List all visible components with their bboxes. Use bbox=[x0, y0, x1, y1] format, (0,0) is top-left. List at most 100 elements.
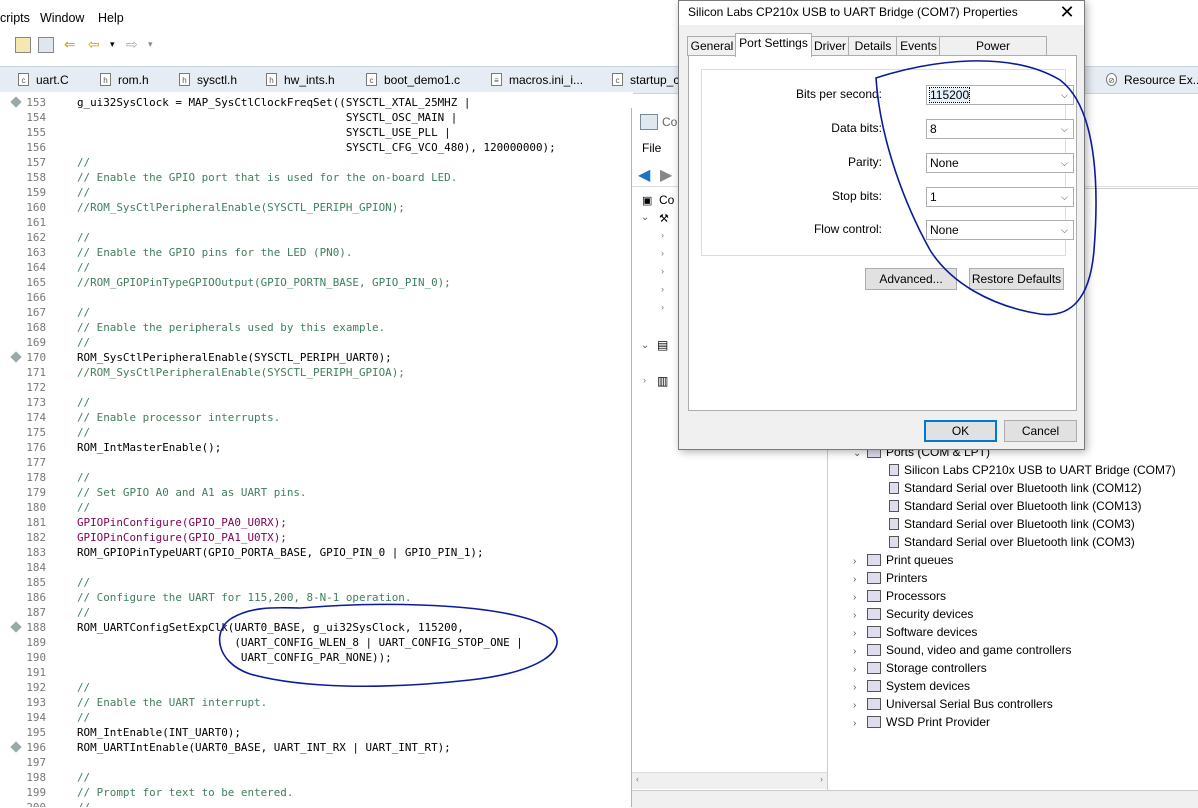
dialog-title-bar[interactable]: Silicon Labs CP210x USB to UART Bridge (… bbox=[679, 1, 1084, 25]
code-editor[interactable]: 153 g_ui32SysClock = MAP_SysCtlClockFreqS… bbox=[0, 92, 633, 807]
code-line[interactable]: 180 // bbox=[0, 500, 633, 515]
tab-events[interactable]: Events bbox=[896, 36, 941, 56]
advanced-button[interactable]: Advanced... bbox=[865, 268, 957, 290]
tree-item-category[interactable]: › Print queues bbox=[853, 551, 953, 569]
code-line[interactable]: 197 bbox=[0, 755, 633, 770]
code-line[interactable]: 153 g_ui32SysClock = MAP_SysCtlClockFreqS… bbox=[0, 95, 633, 110]
code-line[interactable]: 172 bbox=[0, 380, 633, 395]
tab-macros-ini[interactable]: ≡ macros.ini_i... bbox=[487, 70, 583, 90]
tab-uart-c[interactable]: c uart.C bbox=[14, 70, 69, 90]
code-line[interactable]: 179 // Set GPIO A0 and A1 as UART pins. bbox=[0, 485, 633, 500]
back-history-icon[interactable]: ⇐ bbox=[64, 37, 78, 51]
tab-driver[interactable]: Driver bbox=[810, 36, 850, 56]
menu-item-help[interactable]: Help bbox=[98, 11, 124, 25]
code-line[interactable]: 158 // Enable the GPIO port that is used … bbox=[0, 170, 633, 185]
tab-hw-ints-h[interactable]: h hw_ints.h bbox=[262, 70, 335, 90]
tab-startup[interactable]: c startup_c bbox=[608, 70, 679, 90]
code-line[interactable]: 157 // bbox=[0, 155, 633, 170]
tab-resource-explorer[interactable]: ⊘ Resource Ex... bbox=[1102, 70, 1198, 90]
chevron-down-icon[interactable]: ▾ bbox=[110, 37, 124, 51]
tab-port-settings[interactable]: Port Settings bbox=[735, 33, 812, 57]
tab-general[interactable]: General bbox=[687, 36, 737, 56]
port-device-item[interactable]: Standard Serial over Bluetooth link (COM… bbox=[889, 515, 1135, 533]
chevron-right-icon[interactable]: › bbox=[643, 375, 646, 385]
bits-per-second-select[interactable]: 115200 ⌵ bbox=[926, 85, 1074, 105]
chevron-right-icon[interactable]: › bbox=[853, 715, 867, 733]
ok-button[interactable]: OK bbox=[924, 420, 997, 442]
forward-arrow-icon[interactable]: ▶ bbox=[660, 165, 672, 185]
code-line[interactable]: 184 bbox=[0, 560, 633, 575]
tree-item-category[interactable]: › Software devices bbox=[853, 623, 977, 641]
code-line[interactable]: 187 // bbox=[0, 605, 633, 620]
tree-item-category[interactable]: › WSD Print Provider bbox=[853, 713, 990, 731]
code-line[interactable]: 196 ROM_UARTIntEnable(UART0_BASE, UART_IN… bbox=[0, 740, 633, 755]
stop-bits-select[interactable]: 1 ⌵ bbox=[926, 187, 1074, 207]
code-line[interactable]: 181 GPIOPinConfigure(GPIO_PA0_U0RX); bbox=[0, 515, 633, 530]
code-line[interactable]: 176 ROM_IntMasterEnable(); bbox=[0, 440, 633, 455]
close-icon[interactable]: ✕ bbox=[1050, 1, 1084, 25]
chevron-down-icon[interactable]: ⌄ bbox=[641, 212, 649, 223]
code-line[interactable]: 166 bbox=[0, 290, 633, 305]
tab-sysctl-h[interactable]: h sysctl.h bbox=[175, 70, 237, 90]
code-line[interactable]: 168 // Enable the peripherals used by thi… bbox=[0, 320, 633, 335]
code-line[interactable]: 167 // bbox=[0, 305, 633, 320]
port-device-item[interactable]: Standard Serial over Bluetooth link (COM… bbox=[889, 533, 1135, 551]
code-line[interactable]: 189 (UART_CONFIG_WLEN_8 | UART_CONFIG_ST… bbox=[0, 635, 633, 650]
code-line[interactable]: 163 // Enable the GPIO pins for the LED (… bbox=[0, 245, 633, 260]
code-line[interactable]: 174 // Enable processor interrupts. bbox=[0, 410, 633, 425]
back-arrow-icon[interactable]: ⇦ bbox=[88, 37, 102, 51]
tree-item-category[interactable]: › Storage controllers bbox=[853, 659, 987, 677]
code-line[interactable]: 160 //ROM_SysCtlPeripheralEnable(SYSCTL_P… bbox=[0, 200, 633, 215]
tab-details[interactable]: Details bbox=[848, 36, 898, 56]
code-line[interactable]: 191 bbox=[0, 665, 633, 680]
flow-control-select[interactable]: None ⌵ bbox=[926, 220, 1074, 240]
code-line[interactable]: 154 SYSCTL_OSC_MAIN | bbox=[0, 110, 633, 125]
chevron-down-icon[interactable]: ⌄ bbox=[641, 340, 649, 351]
code-line[interactable]: 175 // bbox=[0, 425, 633, 440]
code-line[interactable]: 182 GPIOPinConfigure(GPIO_PA1_U0TX); bbox=[0, 530, 633, 545]
horizontal-scrollbar[interactable]: ‹ › bbox=[632, 772, 827, 789]
chevron-right-icon[interactable]: › bbox=[661, 248, 664, 258]
code-line[interactable]: 171 //ROM_SysCtlPeripheralEnable(SYSCTL_P… bbox=[0, 365, 633, 380]
tab-boot-demo1-c[interactable]: c boot_demo1.c bbox=[362, 70, 460, 90]
code-line[interactable]: 155 SYSCTL_USE_PLL | bbox=[0, 125, 633, 140]
chevron-right-icon[interactable]: › bbox=[661, 284, 664, 294]
tree-item-category[interactable]: › Processors bbox=[853, 587, 946, 605]
code-line[interactable]: 190 UART_CONFIG_PAR_NONE)); bbox=[0, 650, 633, 665]
tab-power-management[interactable]: Power Management bbox=[939, 36, 1047, 72]
tree-item-category[interactable]: › Universal Serial Bus controllers bbox=[853, 695, 1053, 713]
restore-defaults-button[interactable]: Restore Defaults bbox=[969, 268, 1064, 290]
code-line[interactable]: 170 ROM_SysCtlPeripheralEnable(SYSCTL_PER… bbox=[0, 350, 633, 365]
tab-rom-h[interactable]: h rom.h bbox=[96, 70, 149, 90]
code-line[interactable]: 164 // bbox=[0, 260, 633, 275]
toolbar-edit-icon[interactable] bbox=[15, 37, 31, 53]
code-line[interactable]: 200 // bbox=[0, 800, 633, 807]
code-line[interactable]: 185 // bbox=[0, 575, 633, 590]
chevron-right-icon[interactable]: › bbox=[661, 302, 664, 312]
menu-item-scripts[interactable]: cripts bbox=[0, 11, 30, 25]
code-line[interactable]: 193 // Enable the UART interrupt. bbox=[0, 695, 633, 710]
cancel-button[interactable]: Cancel bbox=[1004, 420, 1077, 442]
code-line[interactable]: 178 // bbox=[0, 470, 633, 485]
chevron-right-icon[interactable]: › bbox=[661, 230, 664, 240]
tree-item-category[interactable]: › System devices bbox=[853, 677, 970, 695]
toolbar-list-icon[interactable] bbox=[38, 37, 54, 53]
code-line[interactable]: 194 // bbox=[0, 710, 633, 725]
forward-arrow-icon[interactable]: ⇨ bbox=[126, 37, 140, 51]
code-line[interactable]: 186 // Configure the UART for 115,200, 8-… bbox=[0, 590, 633, 605]
code-line[interactable]: 198 // bbox=[0, 770, 633, 785]
code-line[interactable]: 169 // bbox=[0, 335, 633, 350]
code-line[interactable]: 177 bbox=[0, 455, 633, 470]
code-line[interactable]: 188 ROM_UARTConfigSetExpClk(UART0_BASE, g… bbox=[0, 620, 633, 635]
tree-item-category[interactable]: › Printers bbox=[853, 569, 927, 587]
code-line[interactable]: 195 ROM_IntEnable(INT_UART0); bbox=[0, 725, 633, 740]
code-line[interactable]: 159 // bbox=[0, 185, 633, 200]
tree-item-category[interactable]: › Sound, video and game controllers bbox=[853, 641, 1071, 659]
code-line[interactable]: 192 // bbox=[0, 680, 633, 695]
back-arrow-icon[interactable]: ◀ bbox=[638, 165, 650, 185]
tree-item-category[interactable]: › Security devices bbox=[853, 605, 973, 623]
code-line[interactable]: 162 // bbox=[0, 230, 633, 245]
code-line[interactable]: 156 SYSCTL_CFG_VCO_480), 120000000); bbox=[0, 140, 633, 155]
code-line[interactable]: 183 ROM_GPIOPinTypeUART(GPIO_PORTA_BASE, … bbox=[0, 545, 633, 560]
port-device-item[interactable]: Standard Serial over Bluetooth link (COM… bbox=[889, 479, 1141, 497]
